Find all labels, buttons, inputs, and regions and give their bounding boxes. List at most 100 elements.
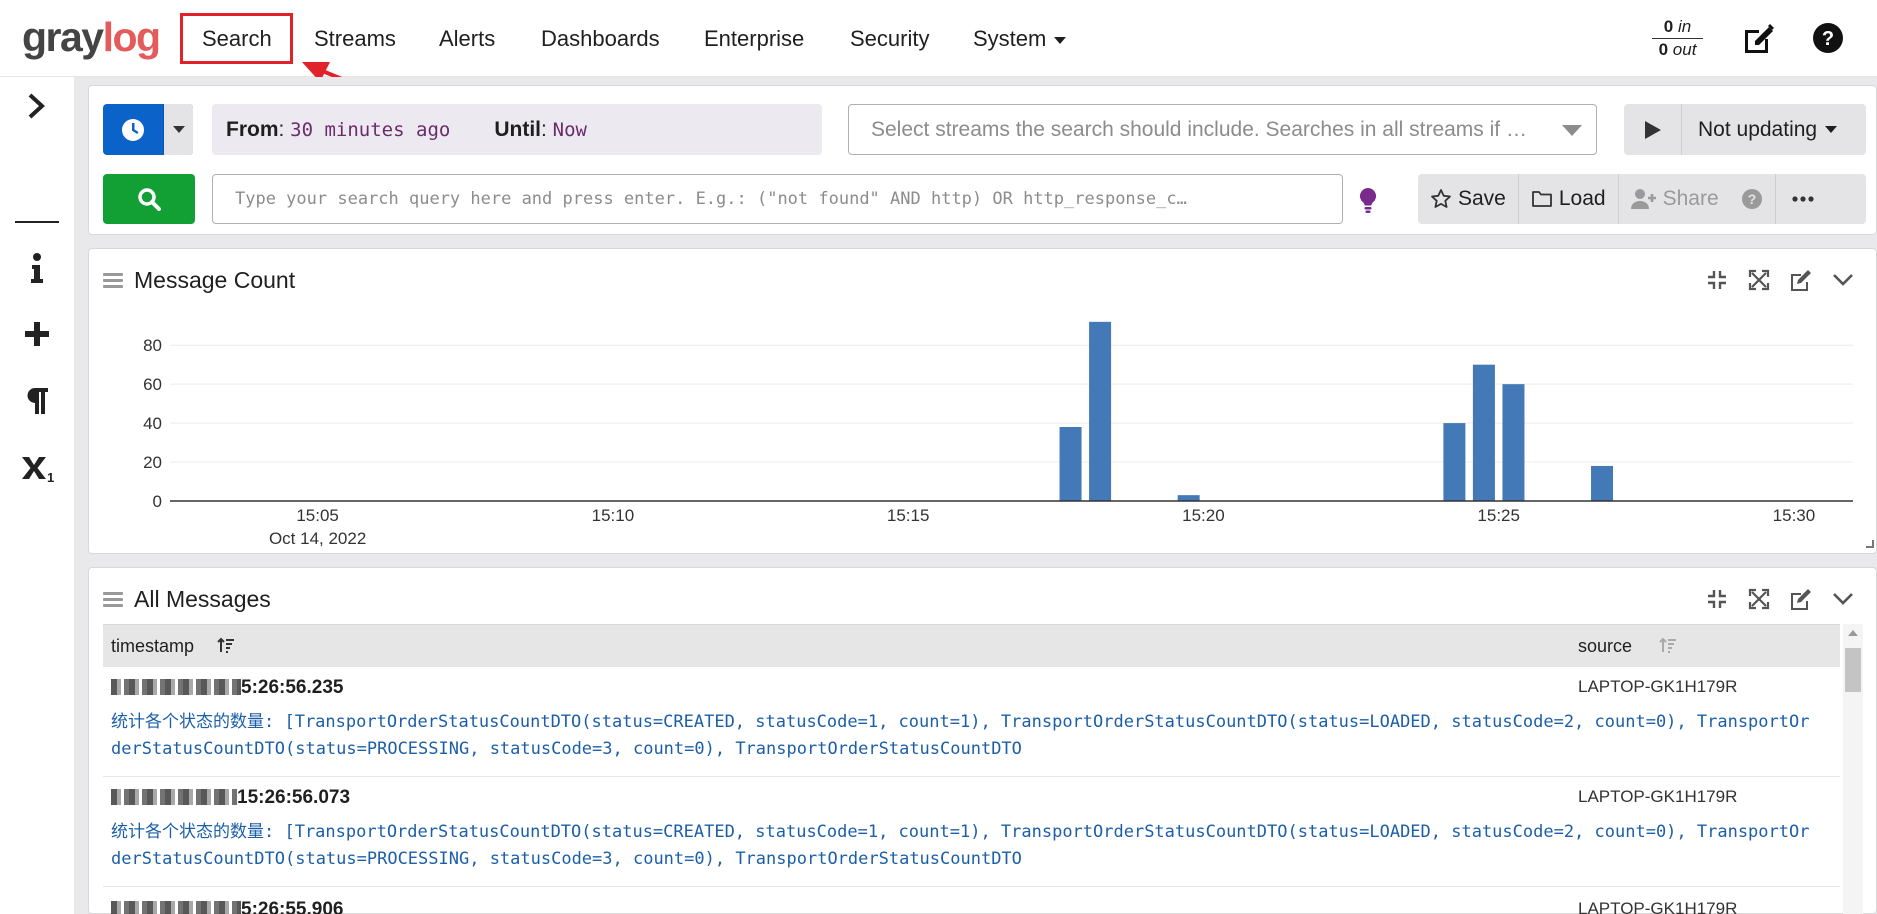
- throughput-indicator[interactable]: 0 in 0 out: [1650, 16, 1705, 61]
- search-icon: [138, 188, 161, 211]
- subscript-icon[interactable]: 1: [18, 449, 56, 487]
- streams-select[interactable]: Select streams the search should include…: [848, 104, 1597, 155]
- chevron-down-icon[interactable]: [1830, 586, 1856, 612]
- refresh-controls[interactable]: Not updating: [1624, 104, 1866, 155]
- throughput-in-value: 0: [1663, 17, 1674, 36]
- nav-search[interactable]: Search: [202, 24, 272, 54]
- more-actions-button[interactable]: [1776, 174, 1830, 224]
- column-label: timestamp: [111, 636, 195, 656]
- widget-actions: [1704, 586, 1856, 612]
- widget-title[interactable]: All Messages: [134, 586, 271, 613]
- plus-icon[interactable]: [18, 315, 56, 353]
- svg-text:?: ?: [1747, 191, 1756, 207]
- query-placeholder: Type your search query here and press en…: [235, 189, 1187, 209]
- top-navigation: gray log Search Streams Alerts Dashboards…: [0, 0, 1877, 77]
- message-text: 统计各个状态的数量: [TransportOrderStatusCountDTO…: [111, 712, 1810, 759]
- time-range-display[interactable]: From: 30 minutes ago Until: Now: [212, 104, 822, 155]
- share-button[interactable]: Share ?: [1619, 174, 1776, 224]
- message-timestamp: 5:26:56.235: [111, 677, 343, 699]
- left-sidebar: 1: [0, 77, 74, 914]
- table-row[interactable]: 5:26:55.906 LAPTOP-GK1H179R: [103, 887, 1840, 914]
- drag-handle-icon[interactable]: [103, 592, 123, 608]
- caret-down-icon[interactable]: [164, 104, 193, 155]
- lightbulb-icon[interactable]: [1356, 186, 1380, 214]
- message-text: 统计各个状态的数量: [TransportOrderStatusCountDTO…: [111, 822, 1810, 869]
- sort-icon[interactable]: [1659, 637, 1677, 655]
- timestamp-text: 15:26:56.073: [237, 787, 351, 808]
- message-count-widget: Message Count: [88, 248, 1877, 554]
- nav-dashboards[interactable]: Dashboards: [541, 24, 660, 54]
- svg-text:1: 1: [47, 470, 54, 483]
- refresh-interval-dropdown[interactable]: Not updating: [1682, 104, 1866, 155]
- sidebar-divider: [15, 221, 59, 223]
- scrollbar-thumb[interactable]: [1845, 648, 1861, 692]
- nav-system[interactable]: System: [973, 24, 1067, 54]
- widget-actions: [1704, 267, 1856, 293]
- save-button[interactable]: Save: [1418, 174, 1519, 224]
- expand-icon[interactable]: [1746, 586, 1772, 612]
- nav-streams[interactable]: Streams: [314, 24, 396, 54]
- graylog-logo[interactable]: gray log: [22, 14, 161, 60]
- folder-icon: [1531, 191, 1552, 207]
- search-query-input[interactable]: Type your search query here and press en…: [212, 174, 1343, 224]
- column-label: source: [1578, 636, 1633, 656]
- message-source: LAPTOP-GK1H179R: [1578, 787, 1738, 806]
- nav-enterprise[interactable]: Enterprise: [704, 24, 804, 54]
- redacted-text: [111, 679, 241, 695]
- compress-icon[interactable]: [1704, 586, 1730, 612]
- column-header-source[interactable]: source: [1578, 636, 1677, 657]
- edit-widget-icon[interactable]: [1788, 586, 1814, 612]
- streams-placeholder: Select streams the search should include…: [871, 117, 1527, 141]
- search-button[interactable]: [103, 174, 195, 224]
- logo-text-log: log: [102, 14, 161, 60]
- widget-title[interactable]: Message Count: [134, 267, 295, 294]
- load-button[interactable]: Load: [1519, 174, 1619, 224]
- compress-icon[interactable]: [1704, 267, 1730, 293]
- message-source: LAPTOP-GK1H179R: [1578, 899, 1738, 914]
- play-icon[interactable]: [1624, 104, 1682, 155]
- timestamp-text: 5:26:56.235: [241, 677, 344, 698]
- nav-system-label: System: [973, 26, 1047, 51]
- caret-down-icon: [1825, 126, 1838, 133]
- edit-icon[interactable]: [1741, 20, 1777, 56]
- refresh-label: Not updating: [1698, 117, 1818, 141]
- table-row[interactable]: 15:26:56.073 LAPTOP-GK1H179R 统计各个状态的数量: …: [103, 777, 1840, 887]
- drag-handle-icon[interactable]: [103, 273, 123, 289]
- time-range-type-selector[interactable]: [103, 104, 193, 155]
- sort-icon[interactable]: [217, 637, 235, 655]
- star-icon: [1431, 189, 1451, 208]
- nav-security[interactable]: Security: [850, 24, 929, 54]
- until-value: Now: [552, 118, 587, 141]
- question-circle-icon[interactable]: ?: [1741, 188, 1763, 210]
- load-label: Load: [1558, 187, 1606, 210]
- column-header-timestamp[interactable]: timestamp: [111, 636, 235, 657]
- from-label: From: [226, 117, 279, 141]
- share-label: Share: [1662, 187, 1719, 210]
- from-value: 30 minutes ago: [290, 118, 451, 141]
- messages-scrollbar[interactable]: [1843, 624, 1863, 914]
- dropdown-arrow-icon: [1562, 125, 1582, 136]
- throughput-out-label: out: [1672, 40, 1697, 59]
- message-timestamp: 5:26:55.906: [111, 899, 343, 914]
- help-icon[interactable]: ?: [1810, 20, 1846, 56]
- svg-text:?: ?: [1822, 28, 1834, 50]
- clock-icon[interactable]: [103, 104, 164, 155]
- save-label: Save: [1458, 187, 1506, 210]
- throughput-in-label: in: [1677, 17, 1692, 36]
- redacted-text: [111, 789, 237, 805]
- ellipsis-icon: [1792, 196, 1814, 202]
- chevron-down-icon[interactable]: [1830, 267, 1856, 293]
- logo-text-gray: gray: [22, 14, 104, 60]
- resize-handle-icon[interactable]: [1866, 540, 1874, 548]
- edit-widget-icon[interactable]: [1788, 267, 1814, 293]
- info-icon[interactable]: [18, 249, 56, 287]
- paragraph-icon[interactable]: [18, 382, 56, 420]
- table-row[interactable]: 5:26:56.235 LAPTOP-GK1H179R 统计各个状态的数量: […: [103, 667, 1840, 777]
- redacted-text: [111, 901, 241, 914]
- scroll-up-icon[interactable]: [1848, 630, 1858, 636]
- search-actions: Save Load Share ?: [1418, 174, 1866, 224]
- nav-alerts[interactable]: Alerts: [439, 24, 495, 54]
- chevron-right-icon[interactable]: [18, 87, 56, 125]
- expand-icon[interactable]: [1746, 267, 1772, 293]
- until-label: Until: [494, 117, 541, 141]
